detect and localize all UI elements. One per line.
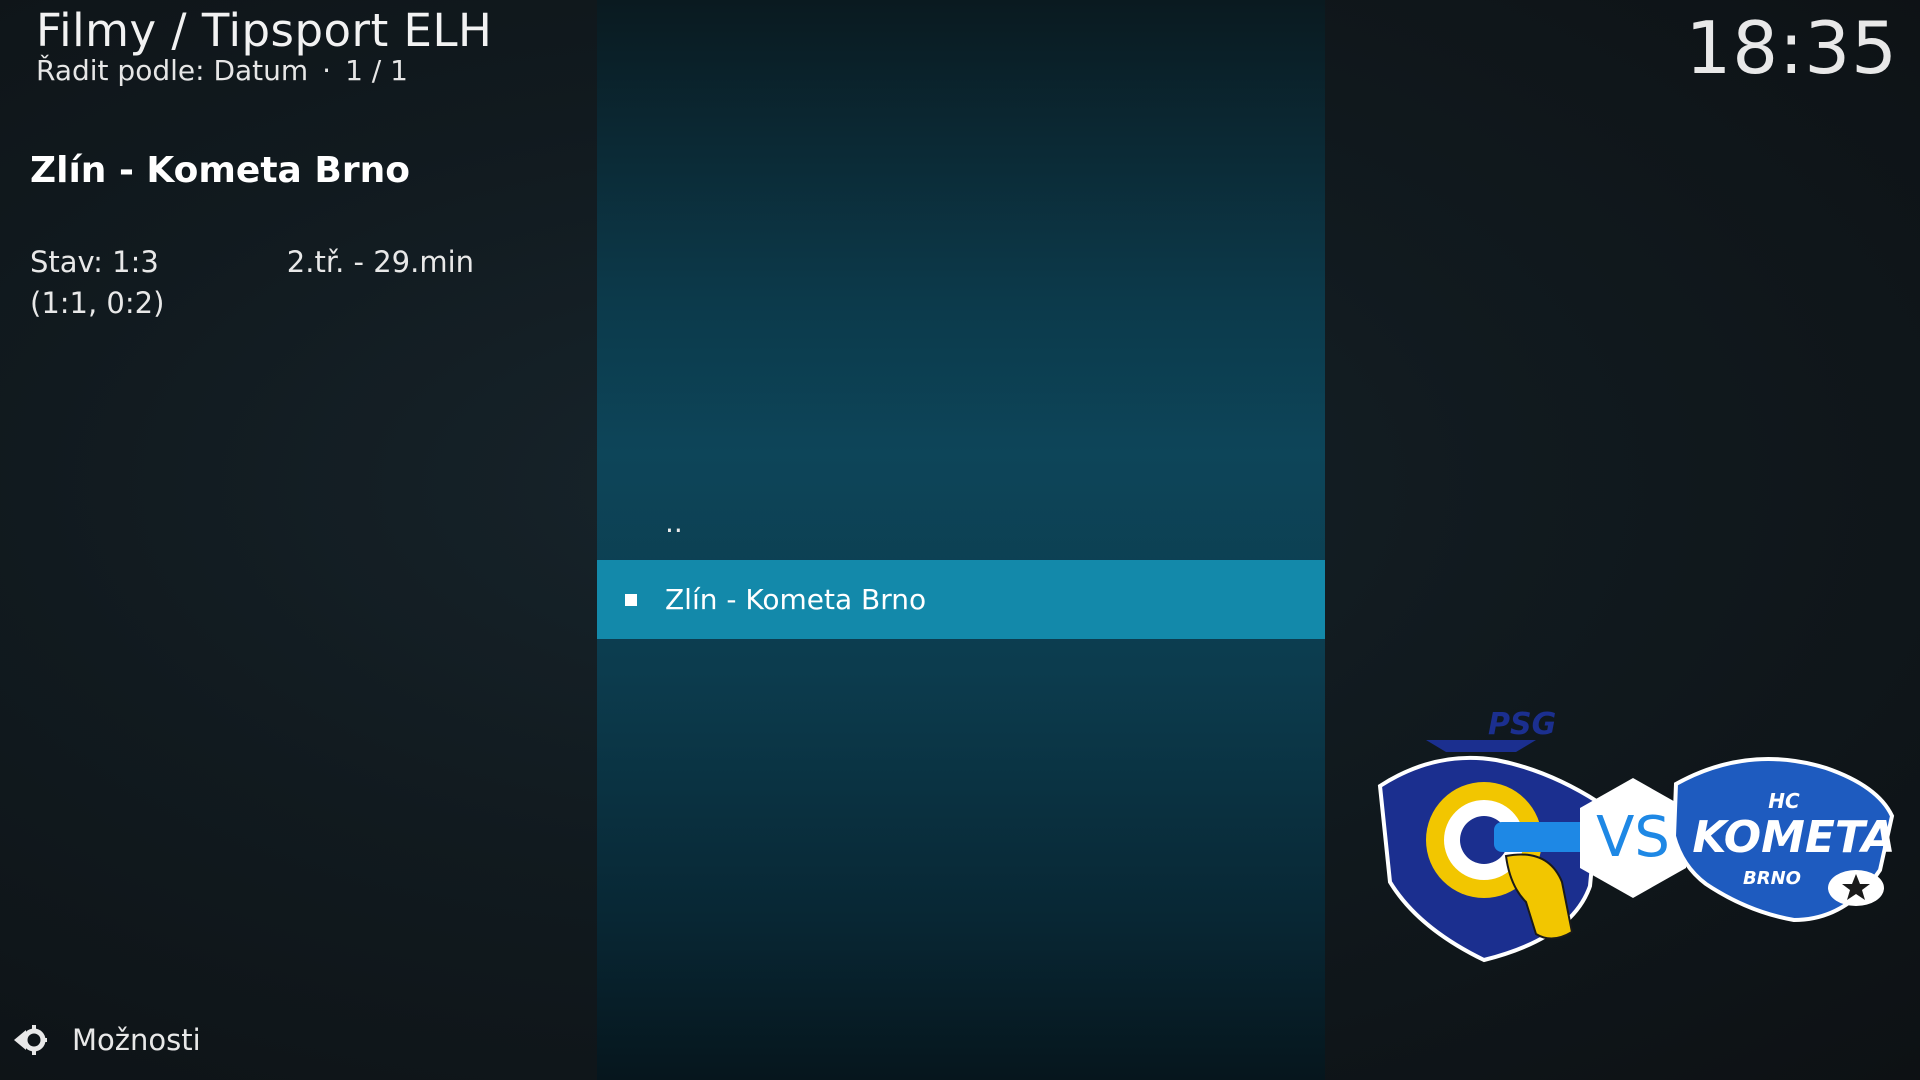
match-poster: PSG VS HC KOMETA BRNO: [1376, 706, 1896, 964]
file-list: .. Zlín - Kometa Brno: [597, 0, 1325, 1080]
zlin-crest-icon: [1377, 755, 1601, 963]
svg-text:KOMETA: KOMETA: [1692, 812, 1895, 863]
list-item-parent-folder[interactable]: ..: [597, 483, 1325, 562]
breadcrumb: Filmy / Tipsport ELH: [36, 4, 493, 57]
kodi-screen: Filmy / Tipsport ELH Řadit podle: Datum ·…: [0, 0, 1920, 1080]
page-count: 1 / 1: [345, 54, 408, 87]
sort-info[interactable]: Řadit podle: Datum · 1 / 1: [36, 54, 408, 87]
plot-score: Stav: 1:3: [30, 245, 159, 279]
svg-text:BRNO: BRNO: [1743, 868, 1801, 889]
svg-text:VS: VS: [1596, 805, 1670, 870]
sort-separator: ·: [322, 54, 332, 87]
options-label: Možnosti: [72, 1023, 201, 1057]
sort-label: Řadit podle: Datum: [36, 54, 309, 87]
selected-bullet-icon: [625, 593, 637, 606]
svg-text:PSG: PSG: [1488, 707, 1556, 742]
list-item-label: Zlín - Kometa Brno: [665, 583, 927, 616]
kometa-brno-logo: HC KOMETA BRNO: [1671, 757, 1896, 923]
psg-logo: PSG: [1426, 707, 1556, 752]
selected-item-plot: Stav: 1:3 2.tř. - 29.min (1:1, 0:2): [30, 242, 510, 324]
clock: 18:35: [1685, 6, 1898, 90]
list-item-selected[interactable]: Zlín - Kometa Brno: [597, 560, 1325, 639]
svg-text:HC: HC: [1768, 789, 1800, 813]
options-button[interactable]: Možnosti: [12, 1022, 201, 1058]
gear-arrow-icon: [14, 1025, 47, 1055]
list-item-label: ..: [665, 506, 683, 539]
selected-item-title: Zlín - Kometa Brno: [30, 150, 410, 191]
